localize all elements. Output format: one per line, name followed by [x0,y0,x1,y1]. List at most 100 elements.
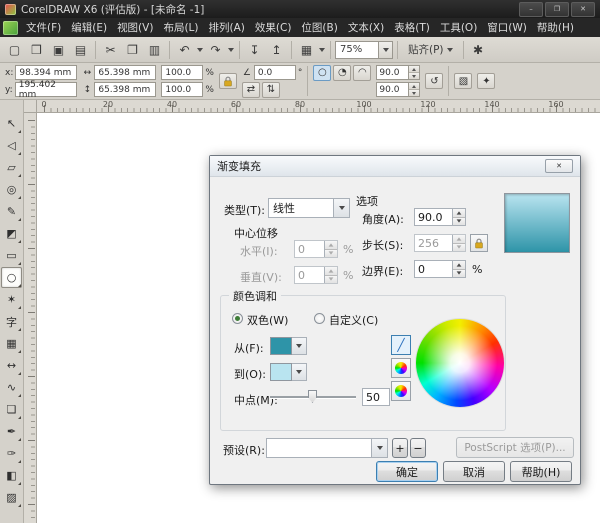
from-color-swatch[interactable] [270,337,292,355]
scale-vertical-field[interactable]: 100.0 [161,82,204,97]
rotation-angle-field[interactable]: 0.0 [253,65,296,80]
tool-table[interactable]: ▦ [1,333,22,354]
mirror-horizontal-button[interactable]: ⇄ [241,81,260,98]
ending-angle-field[interactable]: 90.0 [376,82,421,97]
starting-angle-field[interactable]: 90.0 [376,65,421,80]
tool-crop[interactable]: ▱ [1,157,22,178]
menu-item[interactable]: 文本(X) [343,18,389,37]
dropdown-arrow-icon[interactable] [292,337,307,355]
change-direction-button[interactable]: ↺ [425,73,444,89]
scale-horizontal-field[interactable]: 100.0 [161,65,204,80]
undo-dropdown-arrow-icon[interactable] [196,40,204,60]
menu-item[interactable]: 窗口(W) [482,18,532,37]
spinner-icon[interactable] [452,209,465,225]
dialog-titlebar[interactable]: 渐变填充 ✕ [210,156,580,177]
dropdown-arrow-icon[interactable] [333,199,349,217]
copy-icon[interactable]: ❐ [122,40,143,60]
spinner-icon[interactable] [408,66,420,79]
menu-item[interactable]: 帮助(H) [532,18,579,37]
redo-dropdown-arrow-icon[interactable] [227,40,235,60]
menu-item[interactable]: 效果(C) [250,18,297,37]
tool-shape[interactable]: ◁ [1,135,22,156]
launcher-dropdown-arrow-icon[interactable] [318,40,326,60]
menu-item[interactable]: 工具(O) [435,18,482,37]
type-select[interactable]: 线性 [268,198,350,218]
postscript-options-button[interactable]: PostScript 选项(P)... [456,437,574,458]
dropdown-arrow-icon[interactable] [371,439,387,457]
gradient-preview[interactable] [504,193,570,253]
tool-rectangle[interactable]: ▭ [1,245,22,266]
edge-pad-field[interactable]: 0 [414,260,466,278]
tool-pick[interactable]: ↖ [1,113,22,134]
dialog-close-button[interactable]: ✕ [545,159,573,173]
horizontal-offset-field[interactable]: 0 [294,240,338,258]
menu-item[interactable]: 视图(V) [112,18,158,37]
tool-zoom[interactable]: ◎ [1,179,22,200]
wrap-text-button[interactable]: ▧ [454,73,473,89]
tool-blend[interactable]: ❏ [1,399,22,420]
arc-mode-button[interactable]: ◠ [353,64,372,81]
menu-item[interactable]: 表格(T) [389,18,435,37]
ellipse-mode-button[interactable]: ○ [313,64,332,81]
dropdown-arrow-icon[interactable] [378,41,392,58]
mirror-vertical-button[interactable]: ⇅ [261,81,280,98]
tool-connector[interactable]: ∿ [1,377,22,398]
remove-preset-button[interactable]: − [410,438,426,458]
color-wheel[interactable] [416,319,504,407]
close-button[interactable]: ✕ [571,1,595,17]
new-document-icon[interactable]: ▢ [4,40,25,60]
paste-icon[interactable]: ▥ [144,40,165,60]
to-color-picker[interactable] [270,363,307,381]
save-icon[interactable]: ▣ [48,40,69,60]
dropdown-arrow-icon[interactable] [292,363,307,381]
two-color-radio[interactable] [232,313,243,324]
menu-item[interactable]: 排列(A) [204,18,250,37]
export-icon[interactable]: ↥ [266,40,287,60]
snap-to-menu[interactable]: 贴齐(P) [402,42,459,57]
ok-button[interactable]: 确定 [376,461,438,482]
minimize-button[interactable]: – [519,1,543,17]
tool-ellipse[interactable]: ○ [1,267,22,288]
zoom-level-select[interactable]: 75% [335,40,393,59]
undo-icon[interactable]: ↶ [174,40,195,60]
add-preset-button[interactable]: + [392,438,408,458]
tool-eyedropper[interactable]: ✒ [1,421,22,442]
convert-to-curves-button[interactable]: ✦ [477,73,496,89]
menu-item[interactable]: 文件(F) [21,18,66,37]
object-width-field[interactable]: 65.398 mm [94,65,157,80]
x-position-field[interactable]: 98.394 mm [15,65,78,80]
direct-blend-button[interactable]: ╱ [391,335,411,355]
tool-polygon[interactable]: ✶ [1,289,22,310]
steps-field[interactable]: 256 [414,234,466,252]
object-height-field[interactable]: 65.398 mm [94,82,157,97]
from-color-picker[interactable] [270,337,307,355]
steps-lock-button[interactable] [470,234,488,252]
menu-item[interactable]: 位图(B) [296,18,342,37]
angle-field[interactable]: 90.0 [414,208,466,226]
menu-item[interactable]: 布局(L) [158,18,203,37]
tool-fill[interactable]: ◧ [1,465,22,486]
y-position-field[interactable]: 195.402 mm [14,80,77,100]
slider-thumb[interactable] [308,390,317,403]
print-icon[interactable]: ▤ [70,40,91,60]
tool-interactive-fill[interactable]: ▨ [1,487,22,508]
clockwise-blend-button[interactable] [391,381,411,401]
custom-radio[interactable] [314,313,325,324]
cancel-button[interactable]: 取消 [443,461,505,482]
tool-smart-fill[interactable]: ◩ [1,223,22,244]
lock-ratio-button[interactable] [218,73,237,89]
tool-dimension[interactable]: ↔ [1,355,22,376]
presets-select[interactable] [266,438,388,458]
tool-freehand[interactable]: ✎ [1,201,22,222]
tool-outline-pen[interactable]: ✑ [1,443,22,464]
tool-text[interactable]: 字 [1,311,22,332]
counterclockwise-blend-button[interactable] [391,358,411,378]
spinner-icon[interactable] [452,261,465,277]
options-icon[interactable]: ✱ [468,40,489,60]
application-launcher-icon[interactable]: ▦ [296,40,317,60]
spinner-icon[interactable] [408,83,420,96]
vertical-offset-field[interactable]: 0 [294,266,338,284]
open-icon[interactable]: ❒ [26,40,47,60]
import-icon[interactable]: ↧ [244,40,265,60]
pie-mode-button[interactable]: ◔ [333,64,352,81]
